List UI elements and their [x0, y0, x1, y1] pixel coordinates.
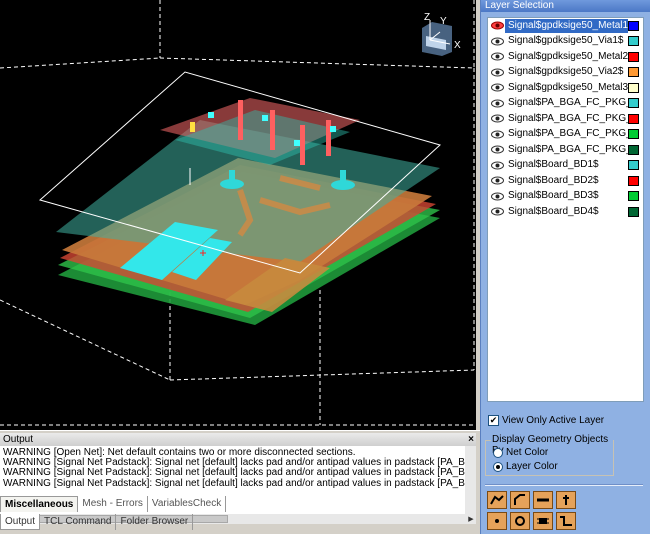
layer-color-swatch[interactable]: [628, 36, 639, 47]
eye-hidden-icon[interactable]: [490, 19, 505, 32]
tab-mesh-errors[interactable]: Mesh - Errors: [78, 496, 148, 512]
eye-icon[interactable]: [490, 190, 505, 203]
layer-panel-title: Layer Selection: [481, 0, 650, 12]
3d-viewport[interactable]: Z Y X: [0, 0, 476, 430]
axis-label-x: X: [454, 40, 461, 51]
step-tool-icon[interactable]: [556, 512, 576, 530]
tab-folder-browser[interactable]: Folder Browser: [116, 514, 194, 530]
output-tabs-bottom: Output TCL Command Folder Browser: [0, 514, 476, 530]
layer-label: Signal$Board_BD3$: [508, 190, 599, 202]
layer-color-swatch[interactable]: [628, 82, 639, 93]
output-title-bar: Output ×: [0, 433, 476, 446]
axis-orientation-icon[interactable]: [422, 20, 452, 56]
tab-variables-check[interactable]: VariablesCheck: [148, 496, 227, 512]
layer-color-swatch[interactable]: [628, 144, 639, 155]
layer-color-radio[interactable]: Layer Color: [493, 461, 558, 472]
output-tabs-top: Miscellaneous Mesh - Errors VariablesChe…: [0, 496, 476, 512]
axis-label-y: Y: [440, 16, 447, 27]
eye-icon[interactable]: [490, 50, 505, 63]
tool-palette: [487, 491, 576, 530]
eye-icon[interactable]: [490, 159, 505, 172]
layer-row[interactable]: Signal$gpdksige50_Metal2$: [488, 49, 643, 65]
output-title: Output: [3, 434, 34, 445]
net-color-radio-dot[interactable]: [493, 447, 503, 458]
layer-label: Signal$PA_BGA_FC_PKG_TO: [508, 97, 628, 109]
layer-color-swatch[interactable]: [628, 98, 639, 109]
view-only-active-layer-checkbox[interactable]: ✔ View Only Active Layer: [488, 415, 604, 426]
layer-row[interactable]: Signal$gpdksige50_Metal1$: [488, 18, 643, 34]
layer-list[interactable]: Signal$gpdksige50_Metal1$ Signal$gpdksige…: [487, 17, 644, 402]
axis-label-z: Z: [424, 12, 431, 23]
layer-color-swatch[interactable]: [628, 113, 639, 124]
trace-tool-icon[interactable]: [487, 491, 507, 509]
layer-color-swatch[interactable]: [628, 160, 639, 171]
bend-tool-icon[interactable]: [510, 491, 530, 509]
layer-label: Signal$PA_BGA_FC_PKG_TO: [508, 112, 628, 124]
layer-label: Signal$gpdksige50_Via1$: [508, 35, 624, 47]
layer-label: Signal$PA_BGA_FC_PKG_TO: [508, 128, 628, 140]
layer-row[interactable]: Signal$PA_BGA_FC_PKG_TO: [488, 111, 643, 127]
chip-tool-icon[interactable]: [533, 512, 553, 530]
layer-color-radio-dot[interactable]: [493, 461, 503, 472]
log-line: WARNING [Signal Net Padstack]: Signal ne…: [3, 477, 465, 489]
eye-icon[interactable]: [490, 112, 505, 125]
layer-color-swatch[interactable]: [628, 67, 639, 78]
layer-row[interactable]: Signal$Board_BD1$: [488, 158, 643, 174]
layer-color-label: Layer Color: [506, 461, 558, 472]
layer-label: Signal$Board_BD4$: [508, 205, 599, 217]
net-color-label: Net Color: [506, 447, 549, 458]
point-tool-icon[interactable]: [487, 512, 507, 530]
display-geometry-group: Display Geometry Objects By Net Color La…: [485, 434, 614, 476]
line-tool-icon[interactable]: [533, 491, 553, 509]
layer-label: Signal$Board_BD2$: [508, 174, 599, 186]
panel-separator: [485, 484, 643, 486]
eye-icon[interactable]: [490, 143, 505, 156]
layer-row[interactable]: Signal$Board_BD3$: [488, 189, 643, 205]
layer-row[interactable]: Signal$gpdksige50_Metal3$: [488, 80, 643, 96]
layer-row[interactable]: Signal$gpdksige50_Via2$: [488, 65, 643, 81]
layer-row[interactable]: Signal$PA_BGA_FC_PKG_TO: [488, 96, 643, 112]
layer-row[interactable]: Signal$PA_BGA_FC_PKG_TO: [488, 142, 643, 158]
layer-row[interactable]: Signal$Board_BD2$: [488, 173, 643, 189]
layer-row[interactable]: Signal$Board_BD4$: [488, 204, 643, 220]
layer-label: Signal$gpdksige50_Metal1$: [505, 18, 628, 33]
tab-tcl-command[interactable]: TCL Command: [40, 514, 117, 530]
tab-output[interactable]: Output: [0, 514, 41, 530]
layer-color-swatch[interactable]: [628, 206, 639, 217]
layer-color-swatch[interactable]: [628, 51, 639, 62]
net-color-radio[interactable]: Net Color: [493, 447, 548, 458]
layer-label: Signal$Board_BD1$: [508, 159, 599, 171]
layer-color-swatch[interactable]: [628, 129, 639, 140]
layer-row[interactable]: Signal$PA_BGA_FC_PKG_TO: [488, 127, 643, 143]
eye-icon[interactable]: [490, 81, 505, 94]
layer-label: Signal$gpdksige50_Via2$: [508, 66, 624, 78]
tab-miscellaneous[interactable]: Miscellaneous: [0, 496, 79, 512]
layer-label: Signal$gpdksige50_Metal2$: [508, 50, 628, 62]
eye-icon[interactable]: [490, 128, 505, 141]
checkbox-box[interactable]: ✔: [488, 415, 499, 426]
pin-tool-icon[interactable]: [556, 491, 576, 509]
layout-3d-canvas[interactable]: [0, 0, 476, 430]
layer-row[interactable]: Signal$gpdksige50_Via1$: [488, 34, 643, 50]
layer-color-swatch[interactable]: [628, 191, 639, 202]
eye-icon[interactable]: [490, 205, 505, 218]
eye-icon[interactable]: [490, 174, 505, 187]
layer-label: Signal$PA_BGA_FC_PKG_TO: [508, 143, 628, 155]
circle-tool-icon[interactable]: [510, 512, 530, 530]
eye-icon[interactable]: [490, 97, 505, 110]
layer-color-swatch[interactable]: [628, 20, 639, 31]
eye-icon[interactable]: [490, 66, 505, 79]
eye-icon[interactable]: [490, 35, 505, 48]
layer-color-swatch[interactable]: [628, 175, 639, 186]
close-icon[interactable]: ×: [468, 433, 474, 446]
layer-label: Signal$gpdksige50_Metal3$: [508, 81, 628, 93]
view-only-active-label: View Only Active Layer: [502, 415, 605, 426]
